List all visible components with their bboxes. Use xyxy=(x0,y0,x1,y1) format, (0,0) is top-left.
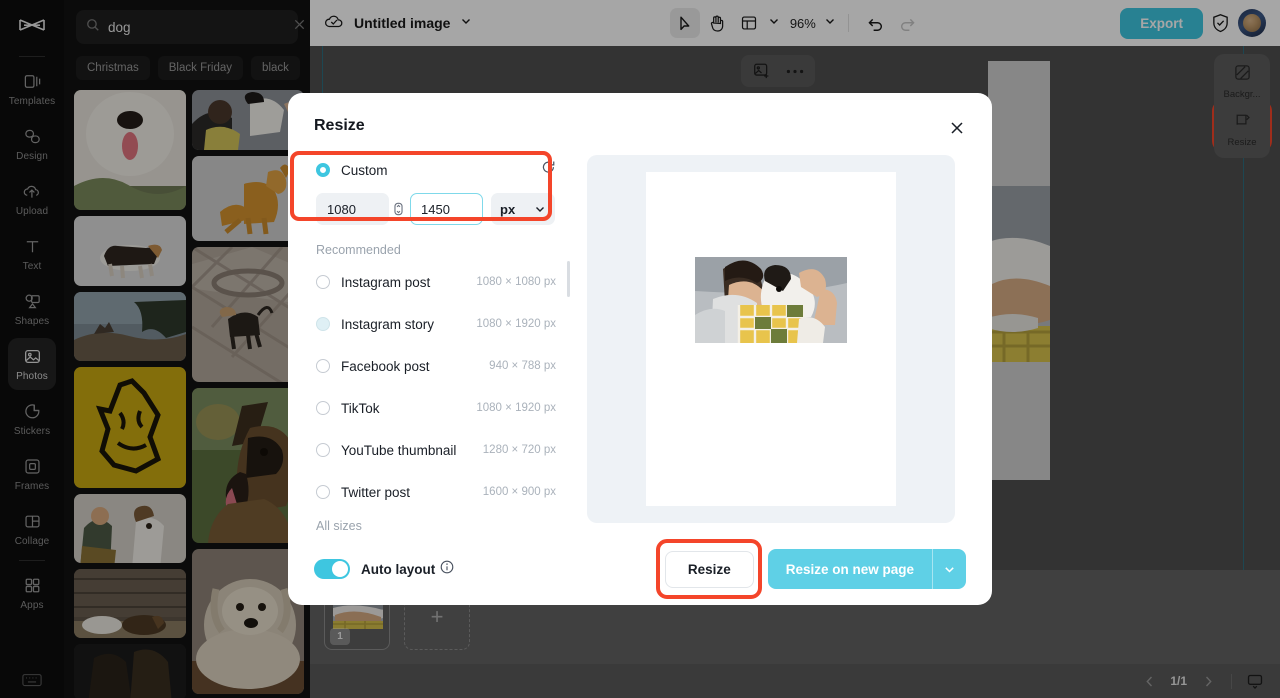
modal-title: Resize xyxy=(314,117,365,135)
width-input[interactable] xyxy=(316,193,389,225)
chevron-down-icon xyxy=(534,203,546,215)
custom-size-block: Custom px xyxy=(302,151,570,235)
preview-page xyxy=(646,172,896,506)
resize-on-new-page-label: Resize on new page xyxy=(768,562,932,577)
size-option-dims: 1080 × 1920 px xyxy=(476,402,556,414)
size-option[interactable]: TikTok 1080 × 1920 px xyxy=(302,387,570,429)
size-option-radio[interactable] xyxy=(316,359,330,373)
custom-label: Custom xyxy=(341,163,541,178)
size-option-name: YouTube thumbnail xyxy=(341,443,483,458)
resize-modal: Resize Custom xyxy=(288,93,992,605)
auto-layout-label: Auto layout xyxy=(361,562,435,577)
resize-button[interactable]: Resize xyxy=(665,551,754,588)
size-option-name: Facebook post xyxy=(341,359,489,374)
size-option-name: Instagram story xyxy=(341,317,476,332)
size-option-dims: 1280 × 720 px xyxy=(483,444,556,456)
modal-footer: Auto layout Resize Resize on new page xyxy=(288,533,992,605)
footer-actions: Resize Resize on new page xyxy=(665,549,966,589)
custom-radio[interactable] xyxy=(316,163,330,177)
dimension-inputs: px xyxy=(316,193,556,225)
unit-value: px xyxy=(500,202,515,217)
size-option[interactable]: Twitter post 1600 × 900 px xyxy=(302,471,570,513)
size-option-radio[interactable] xyxy=(316,401,330,415)
preview-image xyxy=(695,257,847,343)
size-option-radio[interactable] xyxy=(316,317,330,331)
recommended-heading: Recommended xyxy=(302,235,570,261)
size-option[interactable]: Instagram story 1080 × 1920 px xyxy=(302,303,570,345)
size-option-dims: 1600 × 900 px xyxy=(483,486,556,498)
size-option[interactable]: Facebook post 940 × 788 px xyxy=(302,345,570,387)
size-option[interactable]: YouTube thumbnail 1280 × 720 px xyxy=(302,429,570,471)
resize-on-new-page-button[interactable]: Resize on new page xyxy=(768,549,966,589)
link-dimensions-icon[interactable] xyxy=(389,201,407,217)
size-option-dims: 1080 × 1080 px xyxy=(476,276,556,288)
chevron-down-icon[interactable] xyxy=(932,549,966,589)
size-option-radio[interactable] xyxy=(316,485,330,499)
list-scrollbar[interactable] xyxy=(567,261,570,297)
recommended-list: Instagram post 1080 × 1080 px Instagram … xyxy=(302,261,570,513)
size-option-name: Instagram post xyxy=(341,275,476,290)
auto-layout-toggle[interactable] xyxy=(314,559,350,579)
size-option-name: Twitter post xyxy=(341,485,483,500)
size-option-dims: 940 × 788 px xyxy=(489,360,556,372)
size-option-radio[interactable] xyxy=(316,443,330,457)
size-option[interactable]: Instagram post 1080 × 1080 px xyxy=(302,261,570,303)
all-sizes-heading[interactable]: All sizes xyxy=(302,513,570,533)
modal-close-button[interactable] xyxy=(944,115,970,141)
info-icon[interactable] xyxy=(440,560,454,579)
app-root: Templates Design Upload xyxy=(0,0,1280,698)
height-input[interactable] xyxy=(410,193,483,225)
reset-icon[interactable] xyxy=(541,160,556,180)
resize-preview xyxy=(587,155,955,523)
size-option-radio[interactable] xyxy=(316,275,330,289)
size-option-name: TikTok xyxy=(341,401,476,416)
size-option-dims: 1080 × 1920 px xyxy=(476,318,556,330)
custom-row[interactable]: Custom xyxy=(316,157,556,183)
unit-select[interactable]: px xyxy=(491,193,555,225)
